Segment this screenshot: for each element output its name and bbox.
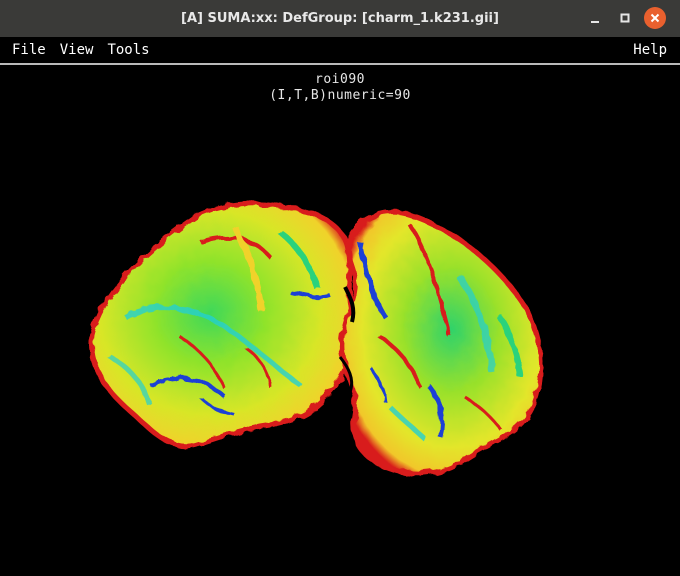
window-controls (584, 7, 666, 29)
window-title: [A] SUMA:xx: DefGroup: [charm_1.k231.gii… (181, 11, 499, 26)
menu-view[interactable]: View (53, 36, 101, 64)
maximize-button[interactable] (614, 7, 636, 29)
close-button[interactable] (644, 7, 666, 29)
left-hemisphere (89, 201, 358, 449)
menu-bar: File View Tools Help (0, 37, 680, 65)
brain-surface-rendering[interactable] (0, 67, 680, 576)
suma-window: [A] SUMA:xx: DefGroup: [charm_1.k231.gii… (0, 0, 680, 576)
menu-help[interactable]: Help (626, 36, 680, 64)
right-hemisphere (339, 209, 544, 477)
minimize-icon (591, 21, 599, 23)
close-icon (650, 13, 660, 23)
menu-file[interactable]: File (0, 36, 53, 64)
maximize-icon (620, 13, 630, 23)
surface-viewer[interactable]: roi090 (I,T,B)numeric=90 (0, 67, 680, 576)
minimize-button[interactable] (584, 7, 606, 29)
title-bar[interactable]: [A] SUMA:xx: DefGroup: [charm_1.k231.gii… (0, 0, 680, 37)
menu-tools[interactable]: Tools (100, 36, 156, 64)
